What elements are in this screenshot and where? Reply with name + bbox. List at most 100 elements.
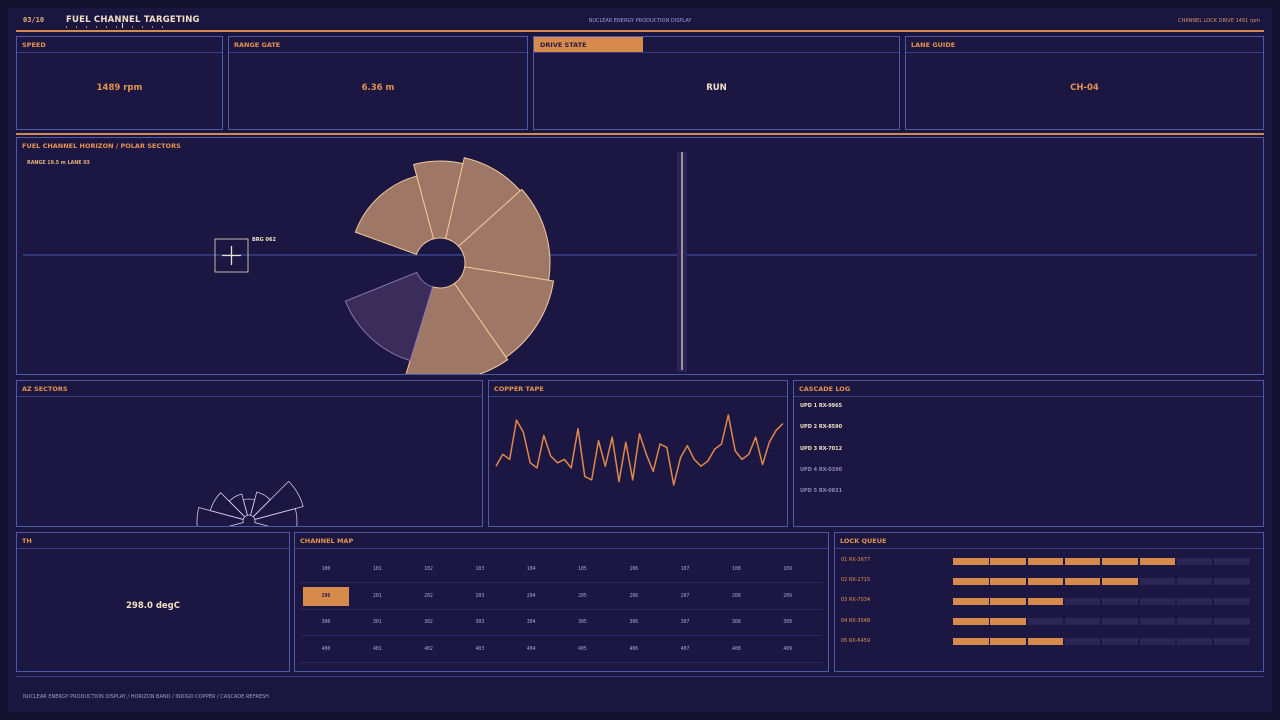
channel-cell[interactable]: 105 bbox=[560, 560, 606, 579]
channel-cell[interactable]: 200 bbox=[303, 586, 349, 606]
cascade-log-entry: UPD 2 RX-8590 bbox=[800, 424, 843, 431]
lock-queue-segment bbox=[1064, 557, 1101, 565]
lock-queue-label: 01 RX-3677 bbox=[841, 557, 871, 563]
lock-queue-segment bbox=[990, 597, 1026, 605]
channel-row-divider bbox=[301, 635, 822, 636]
panel-title: TH bbox=[17, 533, 289, 549]
lock-queue-bar bbox=[953, 577, 1251, 585]
lock-queue-segment bbox=[1102, 618, 1138, 626]
az-sector-6 bbox=[252, 480, 304, 520]
cascade-log-entry: UPD 4 RX-0390 bbox=[800, 466, 843, 473]
lock-queue-bar bbox=[953, 557, 1251, 565]
channel-cell[interactable]: 400 bbox=[303, 640, 349, 659]
channel-cell[interactable]: 300 bbox=[303, 613, 349, 632]
drive-state-value: RUN bbox=[706, 83, 727, 93]
channel-cell[interactable]: 107 bbox=[662, 560, 708, 579]
channel-cell[interactable]: 402 bbox=[406, 640, 452, 659]
channel-cell[interactable]: 307 bbox=[662, 613, 708, 632]
panel-title: CHANNEL MAP bbox=[295, 533, 828, 549]
cascade-log-entry: UPD 5 RX-0831 bbox=[800, 488, 843, 495]
drive-state-panel: DRIVE STATE RUN bbox=[533, 36, 900, 130]
channel-cell[interactable]: 401 bbox=[354, 640, 400, 659]
channel-cell[interactable]: 301 bbox=[354, 613, 400, 632]
channel-status: CHANNEL LOCK DRIVE 1491 rpm bbox=[1178, 18, 1260, 24]
channel-cell[interactable]: 303 bbox=[457, 613, 503, 632]
channel-cell[interactable]: 207 bbox=[662, 587, 708, 606]
channel-cell[interactable]: 406 bbox=[611, 640, 657, 659]
channel-cell[interactable]: 304 bbox=[508, 613, 554, 632]
az-sector-7 bbox=[254, 508, 298, 526]
channel-cell[interactable]: 203 bbox=[457, 587, 503, 606]
lock-queue-segment bbox=[1102, 577, 1138, 585]
copper-tape-line bbox=[495, 414, 784, 486]
panel-title: SPEED bbox=[17, 37, 222, 53]
lock-queue-label: 02 RX-2715 bbox=[841, 577, 871, 584]
channel-cell[interactable]: 407 bbox=[662, 640, 708, 659]
lock-queue-segment bbox=[1176, 577, 1213, 585]
speed-panel: SPEED 1489 rpm bbox=[16, 36, 223, 130]
lock-queue-segment bbox=[990, 557, 1026, 565]
lock-queue-bar bbox=[953, 597, 1251, 605]
lock-queue-segment bbox=[1064, 597, 1101, 605]
lock-queue-bar bbox=[953, 618, 1251, 626]
channel-cell[interactable]: 206 bbox=[611, 587, 657, 606]
lock-queue-segment bbox=[1214, 577, 1250, 585]
channel-cell[interactable]: 204 bbox=[508, 587, 554, 606]
lock-queue-segment bbox=[953, 577, 989, 585]
channel-cell[interactable]: 106 bbox=[611, 560, 657, 579]
copper-tape-panel: COPPER TAPE bbox=[488, 380, 788, 527]
channel-cell[interactable]: 403 bbox=[457, 640, 503, 659]
lock-queue-segment bbox=[953, 618, 989, 626]
channel-row-divider bbox=[301, 661, 822, 663]
channel-cell[interactable]: 409 bbox=[765, 640, 811, 659]
header-divider bbox=[16, 30, 1264, 32]
channel-cell[interactable]: 208 bbox=[713, 587, 759, 606]
copper-tape-chart bbox=[495, 414, 784, 486]
channel-cell[interactable]: 205 bbox=[560, 587, 606, 606]
lock-queue-segment bbox=[1027, 577, 1064, 585]
horizon-panel: FUEL CHANNEL HORIZON / POLAR SECTORS RAN… bbox=[16, 137, 1264, 375]
header-bar: 03/10 FUEL CHANNEL TARGETING NUCLEAR ENE… bbox=[8, 8, 1272, 32]
cascade-log-panel: CASCADE LOG UPD 1 RX-9965 UPD 2 RX-8590 UP… bbox=[793, 380, 1264, 527]
channel-cell[interactable]: 101 bbox=[354, 560, 400, 579]
channel-cell[interactable]: 102 bbox=[406, 560, 452, 579]
channel-cell[interactable]: 305 bbox=[560, 613, 606, 632]
channel-cell[interactable]: 209 bbox=[765, 587, 811, 606]
channel-cell[interactable]: 104 bbox=[508, 560, 554, 579]
az-sector-fan bbox=[196, 480, 304, 526]
channel-cell[interactable]: 408 bbox=[713, 640, 759, 659]
channel-cell[interactable]: 103 bbox=[457, 560, 503, 579]
channel-map-panel: CHANNEL MAP 100 101 102 103 104 105 106 107 108 1… bbox=[294, 532, 829, 672]
lock-queue-segment bbox=[953, 638, 989, 646]
lock-queue-label: 05 RX-6459 bbox=[841, 637, 871, 644]
channel-cell[interactable]: 405 bbox=[560, 640, 606, 659]
channel-cell[interactable]: 308 bbox=[713, 613, 759, 632]
horizon-canvas bbox=[23, 152, 1257, 374]
lock-queue-segment bbox=[1064, 618, 1101, 626]
channel-cell[interactable]: 108 bbox=[713, 560, 759, 579]
az-sector-1 bbox=[196, 507, 244, 526]
lock-queue-bar bbox=[953, 638, 1251, 646]
panel-title: RANGE GATE bbox=[229, 37, 527, 53]
channel-cell[interactable]: 201 bbox=[354, 587, 400, 606]
lock-queue-segment bbox=[1139, 557, 1175, 565]
lock-queue-segment bbox=[1214, 618, 1250, 626]
drive-state-tag: DRIVE STATE bbox=[534, 37, 643, 52]
speed-value: 1489 rpm bbox=[96, 83, 143, 93]
channel-cell[interactable]: 404 bbox=[508, 640, 554, 659]
polar-sectors bbox=[344, 157, 555, 374]
channel-cell[interactable]: 109 bbox=[765, 560, 811, 579]
lock-queue-label: 04 RX-3548 bbox=[841, 617, 871, 624]
app-window: 03/10 FUEL CHANNEL TARGETING NUCLEAR ENE… bbox=[8, 8, 1272, 712]
channel-cell[interactable]: 306 bbox=[611, 613, 657, 632]
panel-title: LOCK QUEUE bbox=[835, 533, 1263, 549]
channel-cell[interactable]: 202 bbox=[406, 587, 452, 606]
lock-queue-segment bbox=[1214, 597, 1250, 605]
lock-queue-segment bbox=[1176, 597, 1213, 605]
footer-divider bbox=[16, 676, 1264, 677]
channel-cell[interactable]: 302 bbox=[406, 613, 452, 632]
bearing-label: BRG 062 bbox=[252, 237, 276, 243]
az-sector-5 bbox=[250, 491, 271, 518]
channel-cell[interactable]: 309 bbox=[765, 613, 811, 632]
channel-cell[interactable]: 100 bbox=[303, 560, 349, 579]
